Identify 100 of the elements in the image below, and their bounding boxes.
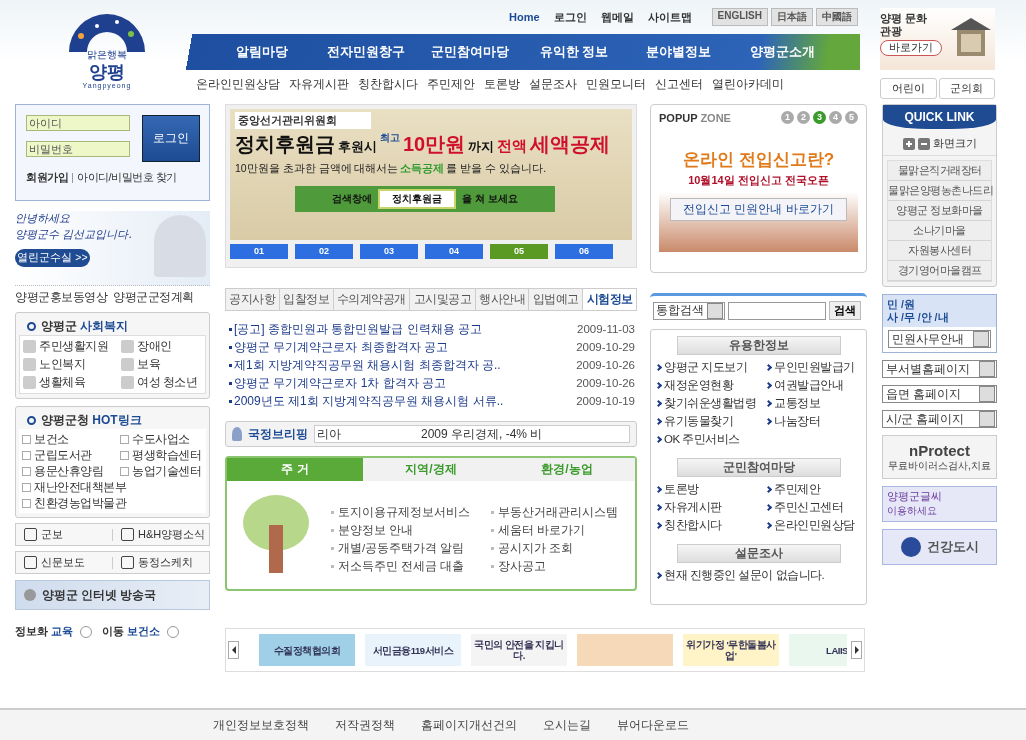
link-banner[interactable]: 수질정책협의회 — [259, 634, 355, 666]
banner-page-button[interactable]: 04 — [425, 244, 483, 259]
homepage-dropdown[interactable]: 시/군 홈페이지 — [882, 410, 997, 428]
news-button[interactable]: H&H양평소식 — [113, 527, 209, 542]
join-link[interactable]: 회원가입 — [26, 170, 68, 185]
sub-menu-item[interactable]: 토론방 — [484, 77, 520, 92]
sub-menu-item[interactable]: 온라인민원상담 — [196, 77, 280, 92]
quick-link-item[interactable]: 소나기마을 — [888, 221, 991, 241]
news-button[interactable]: 신문보도 — [16, 555, 112, 570]
board-tab[interactable]: 입찰정보 — [279, 289, 334, 310]
homepage-dropdown[interactable]: 읍면 홈페이지 — [882, 385, 997, 403]
search-field[interactable] — [728, 301, 826, 320]
welfare-link[interactable]: 여성 청소년 — [121, 374, 211, 391]
link-banner[interactable]: LAIIS — [789, 634, 847, 666]
quick-link-item[interactable]: 물맑은양평농촌나드리 — [888, 181, 991, 201]
civil-service-dropdown[interactable]: 민원사무안내 — [888, 330, 991, 348]
sub-menu-item[interactable]: 주민제안 — [427, 77, 475, 92]
theme-link[interactable]: 분양정보 안내 — [331, 521, 491, 539]
info-link[interactable]: 양평군 지도보기 — [656, 358, 766, 376]
info-link[interactable]: 무인민원발급기 — [766, 358, 862, 376]
sub-menu-item[interactable]: 설문조사 — [529, 77, 577, 92]
main-menu-item[interactable]: 분야별정보 — [626, 43, 730, 61]
link-banner[interactable]: 서민금융119서비스 — [365, 634, 461, 666]
language-button[interactable]: 中國語 — [816, 8, 858, 26]
news-button[interactable]: 군보 — [16, 527, 112, 542]
footer-link[interactable]: 홈페이지개선건의 — [421, 716, 517, 734]
theme-link[interactable]: 부동산거래관리시스템 — [491, 503, 631, 521]
welfare-link[interactable]: 주민생활지원 — [23, 338, 121, 355]
zoom-in-icon[interactable] — [902, 137, 915, 150]
shortcut-link[interactable]: 정보화 교육 — [15, 624, 92, 639]
quick-button[interactable]: 군의회 — [938, 78, 995, 99]
main-menu-item[interactable]: 전자민원창구 — [314, 43, 418, 61]
quick-button[interactable]: 어린이 — [880, 78, 937, 99]
sub-menu-item[interactable]: 신고센터 — [655, 77, 703, 92]
board-tab[interactable]: 수의계약공개 — [333, 289, 411, 310]
welfare-link[interactable]: 생활체육 — [23, 374, 121, 391]
top-link[interactable]: 웹메일 — [600, 9, 634, 25]
main-menu-item[interactable]: 알림마당 — [210, 43, 314, 61]
info-link[interactable]: 토론방 — [656, 480, 766, 498]
hot-link[interactable]: 농업기술센터 — [120, 463, 210, 479]
top-link[interactable]: 사이트맵 — [647, 9, 692, 25]
post-link[interactable]: 양평군 무기계약근로자 최종합격자 공고 — [229, 338, 448, 356]
shortcut-link[interactable]: 이동 보건소 — [102, 624, 179, 639]
mayor-office-button[interactable]: 열린군수실 >> — [15, 249, 90, 267]
post-link[interactable]: 제1회 지방계약직공무원 채용시험 최종합격자 공.. — [229, 356, 501, 374]
post-link[interactable]: 양평군 무기계약근로자 1차 합격자 공고 — [229, 374, 446, 392]
top-link[interactable]: 로그인 — [553, 9, 587, 25]
main-menu-item[interactable]: 군민참여마당 — [418, 43, 522, 61]
promo-link[interactable]: 양평군홍보동영상 — [15, 290, 107, 305]
footer-link[interactable]: 저작권정책 — [335, 716, 395, 734]
main-menu-item[interactable]: 양평군소개 — [730, 43, 834, 61]
healthy-city-banner[interactable]: 건강도시 — [882, 529, 997, 565]
news-button[interactable]: 동정스케치 — [113, 555, 209, 570]
board-tab[interactable]: 공지사항 — [226, 289, 280, 310]
font-banner[interactable]: 양평군글씨 이용하세요 — [882, 486, 997, 522]
footer-link[interactable]: 오시는길 — [543, 716, 591, 734]
theme-link[interactable]: 세움터 바로가기 — [491, 521, 631, 539]
sub-menu-item[interactable]: 칭찬합시다 — [358, 77, 418, 92]
nprotect-banner[interactable]: nProtect 무료바이러스검사,치료 — [882, 435, 997, 479]
shortcut-button[interactable]: 바로가기 — [880, 40, 942, 56]
info-link[interactable]: OK 주민서비스 — [656, 430, 766, 448]
main-menu-item[interactable]: 유익한 정보 — [522, 43, 626, 61]
board-tab[interactable]: 행사안내 — [475, 289, 530, 310]
welfare-link[interactable]: 보육 — [121, 356, 211, 373]
info-link[interactable]: 주민신고센터 — [766, 498, 862, 516]
hot-link[interactable]: 재난안전대책본부 — [22, 479, 210, 495]
post-link[interactable]: 2009년도 제1회 지방계약직공무원 채용시험 서류.. — [229, 392, 504, 410]
info-link[interactable]: 교통정보 — [766, 394, 862, 412]
sub-menu-item[interactable]: 열린아카데미 — [712, 77, 784, 92]
theme-link[interactable]: 토지이용규제정보서비스 — [331, 503, 491, 521]
banner-page-button[interactable]: 03 — [360, 244, 418, 259]
hot-link[interactable]: 군립도서관 — [22, 447, 120, 463]
hot-link[interactable]: 보건소 — [22, 431, 120, 447]
footer-link[interactable]: 개인정보보호정책 — [213, 716, 309, 734]
theme-link[interactable]: 저소득주민 전세금 대출 — [331, 557, 491, 575]
info-link[interactable]: 자유게시판 — [656, 498, 766, 516]
theme-link[interactable]: 장사공고 — [491, 557, 631, 575]
info-link[interactable]: 유기동물찾기 — [656, 412, 766, 430]
find-account-link[interactable]: 아이디/비밀번호 찾기 — [77, 170, 177, 185]
banner-link[interactable]: 전입신고 민원안내 바로가기 — [670, 198, 847, 221]
info-link[interactable]: 현재 진행중인 설문이 없습니다. — [656, 566, 862, 584]
post-link[interactable]: [공고] 종합민원과 통합민원발급 인력채용 공고 — [229, 320, 482, 338]
news-ticker[interactable]: 리아 2009 우리경제, -4% 비 — [314, 425, 630, 443]
board-tab[interactable]: 시험정보 — [583, 289, 636, 310]
welfare-link[interactable]: 장애인 — [121, 338, 211, 355]
zoom-out-icon[interactable] — [917, 137, 930, 150]
theme-link[interactable]: 개별/공동주택가격 알림 — [331, 539, 491, 557]
footer-link[interactable]: 뷰어다운로드 — [617, 716, 689, 734]
welfare-link[interactable]: 노인복지 — [23, 356, 121, 373]
theme-link[interactable]: 공시지가 조회 — [491, 539, 631, 557]
board-tab[interactable]: 고시및공고 — [410, 289, 476, 310]
broadcast-banner[interactable]: 양평군 인터넷 방송국 — [15, 580, 210, 610]
promo-link[interactable]: 양평군군정계획 — [113, 290, 194, 305]
link-banner[interactable]: 국민의 안전을 지킵니다. — [471, 634, 567, 666]
banner-page-button[interactable]: 02 — [295, 244, 353, 259]
homepage-dropdown[interactable]: 부서별홈페이지 — [882, 360, 997, 378]
banner-page-button[interactable]: 06 — [555, 244, 613, 259]
info-link[interactable]: 재정운영현황 — [656, 376, 766, 394]
hot-link[interactable]: 친환경농업박물관 — [22, 495, 210, 511]
info-link[interactable]: 나눔장터 — [766, 412, 862, 430]
